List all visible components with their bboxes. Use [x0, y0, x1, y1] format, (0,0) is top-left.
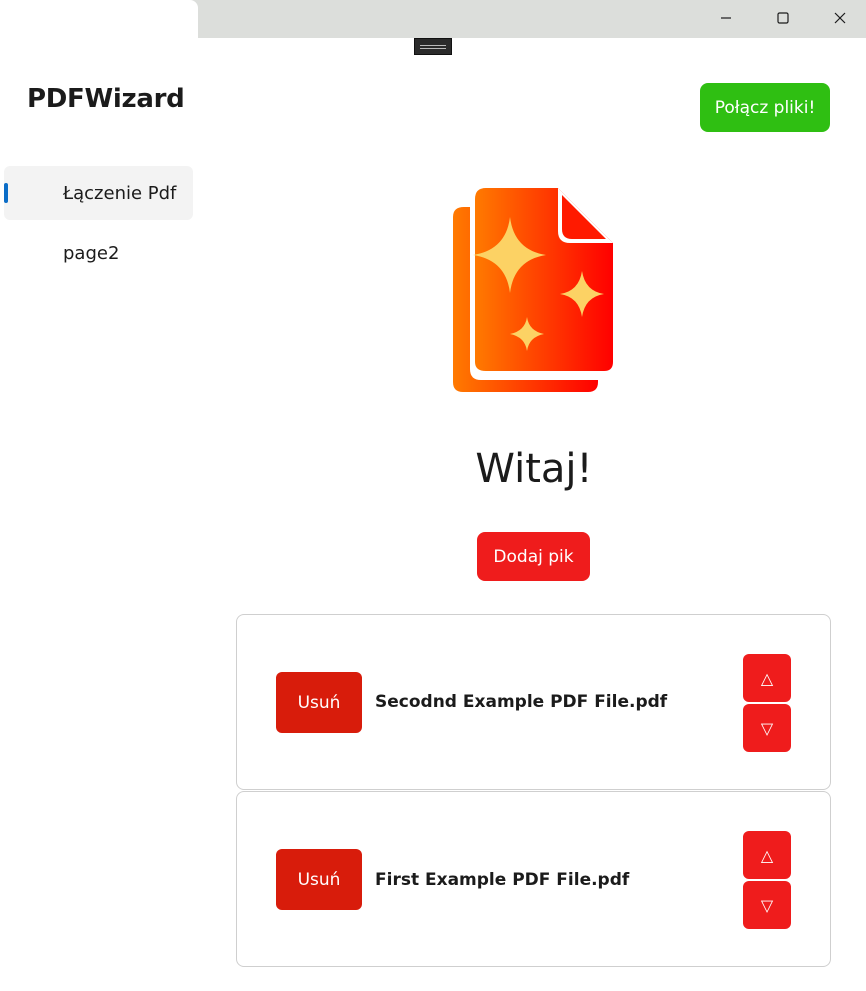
file-card: Usuń First Example PDF File.pdf △ ▽: [236, 791, 831, 967]
sparkle-documents-icon: [453, 188, 613, 392]
drag-handle[interactable]: [414, 38, 452, 55]
sidebar-item-label: Łączenie Pdf: [63, 182, 177, 204]
maximize-button[interactable]: [755, 0, 811, 36]
remove-file-button[interactable]: Usuń: [276, 672, 362, 733]
drag-grip-icon: [420, 44, 446, 49]
minimize-icon: [721, 17, 731, 19]
file-card: Usuń Secodnd Example PDF File.pdf △ ▽: [236, 614, 831, 790]
close-button[interactable]: [812, 0, 866, 36]
close-icon: [834, 12, 846, 24]
move-up-button[interactable]: △: [743, 654, 791, 702]
move-down-button[interactable]: ▽: [743, 704, 791, 752]
sidebar-item-merge-pdf[interactable]: Łączenie Pdf: [4, 166, 193, 220]
maximize-icon: [777, 12, 789, 24]
app-title: PDFWizard: [27, 84, 185, 114]
move-down-button[interactable]: ▽: [743, 881, 791, 929]
welcome-heading: Witaj!: [475, 446, 593, 492]
add-file-button[interactable]: Dodaj pik: [477, 532, 590, 581]
minimize-button[interactable]: [698, 0, 754, 36]
sidebar-item-page2[interactable]: page2: [4, 226, 193, 280]
merge-files-button[interactable]: Połącz pliki!: [700, 83, 830, 132]
file-name: Secodnd Example PDF File.pdf: [375, 692, 668, 712]
file-name: First Example PDF File.pdf: [375, 870, 630, 890]
remove-file-button[interactable]: Usuń: [276, 849, 362, 910]
selection-indicator: [4, 183, 8, 203]
sidebar-header-area: [0, 0, 198, 38]
sidebar-item-label: page2: [63, 242, 120, 264]
move-up-button[interactable]: △: [743, 831, 791, 879]
